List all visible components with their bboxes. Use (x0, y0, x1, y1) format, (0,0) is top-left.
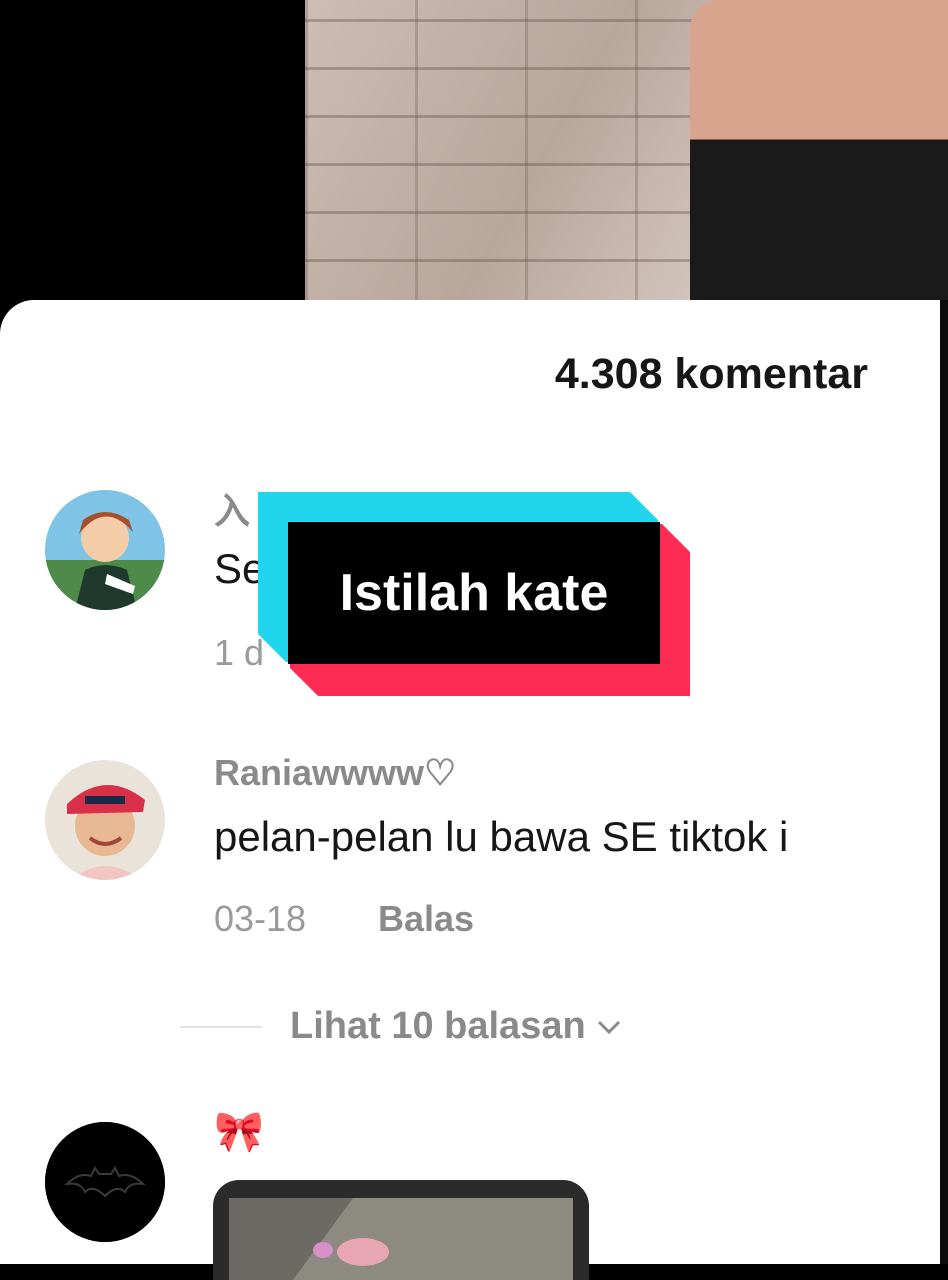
bat-logo-icon (45, 1122, 165, 1242)
caption-overlay: Istilah kate (258, 492, 690, 696)
comment-timestamp: 03-18 (214, 898, 307, 939)
caption-text: Istilah kate (339, 564, 609, 622)
avatar[interactable] (45, 1122, 165, 1242)
caption-box: Istilah kate (288, 522, 660, 664)
comment-count-title: 4.308 komentar (554, 350, 868, 398)
comments-sheet: 4.308 komentar 入 Se 1 d Raniawwww♡ pelan… (0, 300, 940, 1280)
comment-username[interactable]: 入 (214, 482, 250, 534)
reply-button[interactable]: Balas (378, 898, 474, 940)
avatar[interactable] (45, 490, 165, 610)
divider (180, 1025, 262, 1028)
comment-username[interactable]: Raniawwww♡ (214, 752, 456, 794)
video-person-image (690, 0, 948, 310)
comment-text: pelan-pelan lu bawa SE tiktok i (214, 813, 789, 860)
comment-username[interactable]: 🎀 (214, 1108, 264, 1155)
video-background[interactable] (0, 0, 948, 310)
comment-timestamp: 1 d (214, 632, 265, 673)
view-replies-button[interactable]: Lihat 10 balasan (180, 1005, 622, 1048)
screen-edge (940, 300, 948, 1264)
avatar[interactable] (45, 760, 165, 880)
chevron-down-icon (597, 1020, 620, 1034)
view-replies-label: Lihat 10 balasan (290, 1005, 586, 1047)
comment-image[interactable] (213, 1180, 589, 1280)
